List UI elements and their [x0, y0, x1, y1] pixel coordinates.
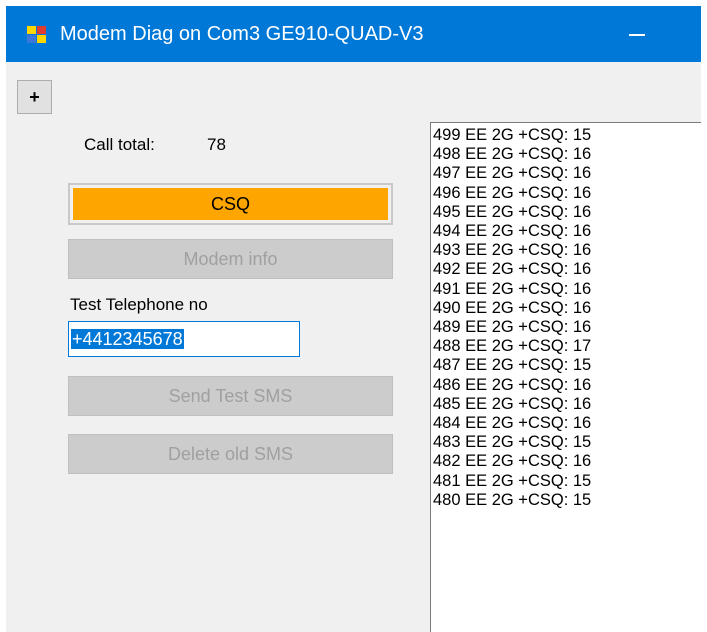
test-telephone-value: +4412345678	[71, 329, 184, 349]
call-total-label: Call total:	[84, 135, 155, 154]
csq-log-list[interactable]: 499 EE 2G +CSQ: 15 498 EE 2G +CSQ: 16 497 …	[430, 122, 701, 632]
log-item[interactable]: 486 EE 2G +CSQ: 16	[433, 376, 701, 395]
minimize-button[interactable]	[620, 26, 652, 42]
log-item[interactable]: 491 EE 2G +CSQ: 16	[433, 280, 701, 299]
log-item[interactable]: 493 EE 2G +CSQ: 16	[433, 241, 701, 260]
log-item[interactable]: 496 EE 2G +CSQ: 16	[433, 184, 701, 203]
minimize-icon	[629, 34, 645, 36]
log-item[interactable]: 497 EE 2G +CSQ: 16	[433, 164, 701, 183]
log-item[interactable]: 489 EE 2G +CSQ: 16	[433, 318, 701, 337]
call-total-value: 78	[207, 135, 226, 154]
log-item[interactable]: 483 EE 2G +CSQ: 15	[433, 433, 701, 452]
csq-button-label: CSQ	[73, 188, 388, 220]
csq-button[interactable]: CSQ	[68, 183, 393, 225]
test-telephone-label: Test Telephone no	[70, 295, 208, 314]
add-button[interactable]: +	[17, 80, 52, 114]
log-item[interactable]: 484 EE 2G +CSQ: 16	[433, 414, 701, 433]
log-item[interactable]: 495 EE 2G +CSQ: 16	[433, 203, 701, 222]
window-title: Modem Diag on Com3 GE910-QUAD-V3	[60, 23, 424, 45]
app-window-icon	[27, 26, 47, 44]
log-item[interactable]: 499 EE 2G +CSQ: 15	[433, 126, 701, 145]
app-window: Modem Diag on Com3 GE910-QUAD-V3 + Call …	[6, 6, 701, 632]
log-item[interactable]: 487 EE 2G +CSQ: 15	[433, 356, 701, 375]
log-item[interactable]: 481 EE 2G +CSQ: 15	[433, 472, 701, 491]
log-item[interactable]: 490 EE 2G +CSQ: 16	[433, 299, 701, 318]
modem-info-button[interactable]: Modem info	[68, 239, 393, 279]
log-item[interactable]: 480 EE 2G +CSQ: 15	[433, 491, 701, 510]
title-bar[interactable]: Modem Diag on Com3 GE910-QUAD-V3	[6, 6, 701, 62]
delete-old-sms-button[interactable]: Delete old SMS	[68, 434, 393, 474]
test-telephone-input[interactable]: +4412345678	[68, 321, 300, 357]
log-item[interactable]: 494 EE 2G +CSQ: 16	[433, 222, 701, 241]
send-test-sms-button[interactable]: Send Test SMS	[68, 376, 393, 416]
log-item[interactable]: 488 EE 2G +CSQ: 17	[433, 337, 701, 356]
log-item[interactable]: 492 EE 2G +CSQ: 16	[433, 260, 701, 279]
log-item[interactable]: 485 EE 2G +CSQ: 16	[433, 395, 701, 414]
log-item[interactable]: 482 EE 2G +CSQ: 16	[433, 452, 701, 471]
log-item[interactable]: 498 EE 2G +CSQ: 16	[433, 145, 701, 164]
